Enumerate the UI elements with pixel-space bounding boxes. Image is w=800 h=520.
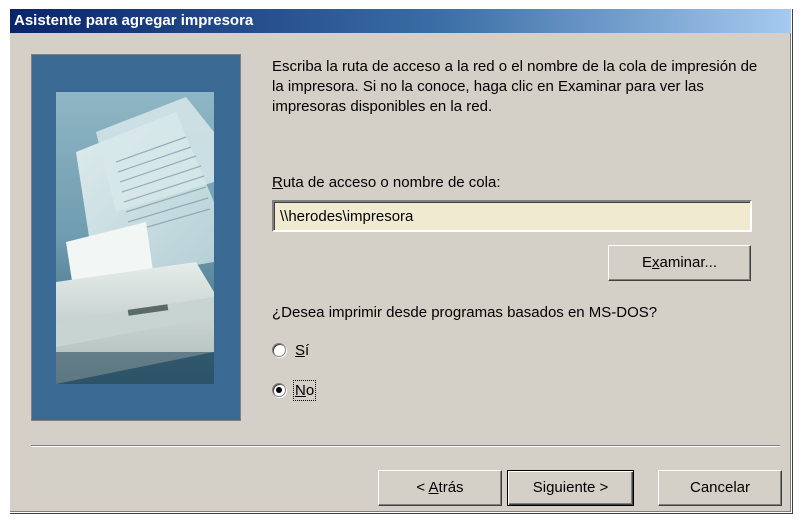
radio-button-no-icon[interactable] [272,383,286,397]
browse-button[interactable]: Examinar... [608,245,751,281]
cancel-button[interactable]: Cancelar [658,470,782,506]
next-button[interactable]: Siguiente > [507,470,634,506]
path-field-label: Ruta de acceso o nombre de cola: [272,174,501,191]
printer-photo-illustration-icon [56,92,214,384]
add-printer-wizard-window: Asistente para agregar impresora Escriba… [9,8,792,513]
wizard-separator [31,445,780,447]
back-button[interactable]: < Atrás [378,470,502,506]
printer-path-input[interactable] [272,200,752,232]
wizard-side-panel [31,54,241,421]
radio-button-si-icon[interactable] [272,343,286,357]
radio-label-no[interactable]: No [292,379,317,401]
radio-option-no[interactable]: No [272,379,317,401]
radio-label-si[interactable]: Sí [295,342,309,359]
wizard-instructions: Escriba la ruta de acceso a la red o el … [272,58,758,115]
window-title: Asistente para agregar impresora [10,9,791,33]
radio-option-si[interactable]: Sí [272,339,309,361]
msdos-question: ¿Desea imprimir desde programas basados … [272,304,658,321]
